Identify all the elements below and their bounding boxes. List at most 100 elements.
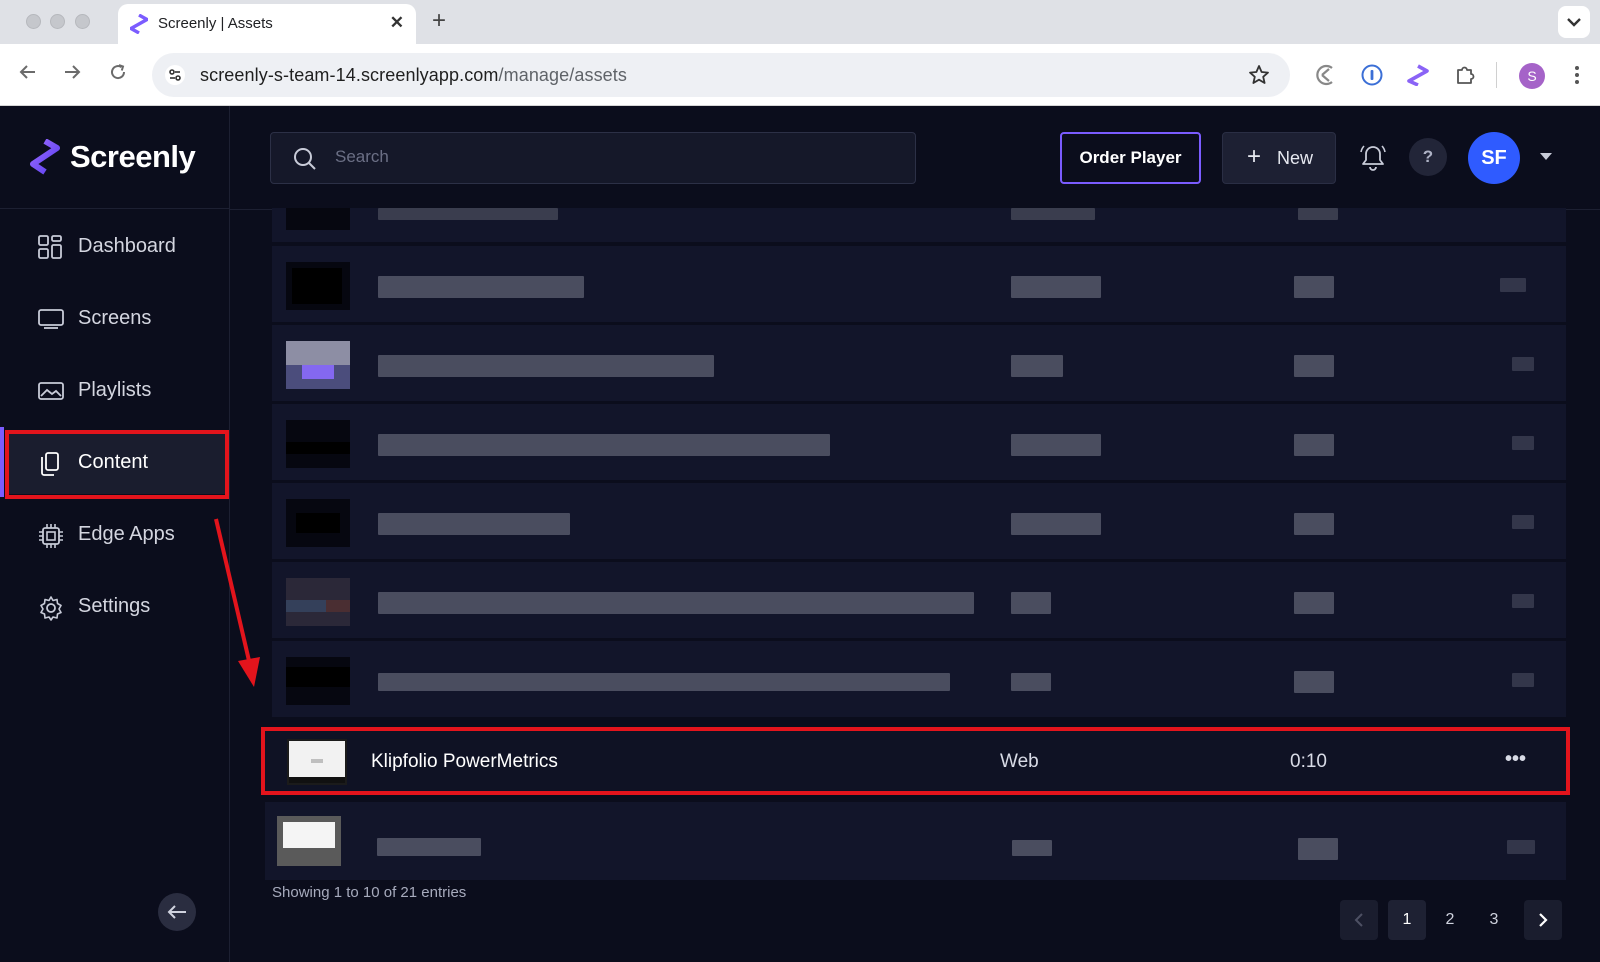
site-settings-icon[interactable] bbox=[164, 64, 186, 86]
asset-thumbnail bbox=[277, 816, 341, 866]
redacted-text bbox=[378, 513, 570, 535]
chevron-down-icon bbox=[1567, 18, 1581, 27]
asset-thumbnail bbox=[286, 499, 350, 547]
search-box[interactable] bbox=[270, 132, 916, 184]
asset-thumbnail bbox=[287, 739, 347, 785]
table-row[interactable] bbox=[272, 208, 1566, 244]
redacted-text bbox=[1011, 592, 1051, 614]
redacted-text bbox=[1294, 276, 1334, 298]
sidebar-item-playlists[interactable]: Playlists bbox=[6, 358, 226, 422]
asset-thumbnail bbox=[286, 262, 350, 310]
sidebar-item-edge-apps[interactable]: Edge Apps bbox=[6, 502, 226, 566]
plus-icon: + bbox=[1247, 143, 1262, 170]
redacted-text bbox=[1298, 208, 1338, 220]
window-close-button[interactable] bbox=[26, 14, 41, 29]
user-avatar[interactable]: SF bbox=[1468, 132, 1520, 184]
table-row[interactable] bbox=[272, 641, 1566, 719]
screenly-favicon-icon bbox=[130, 14, 148, 34]
redacted-text bbox=[1294, 513, 1334, 535]
window-zoom-button[interactable] bbox=[75, 14, 90, 29]
browser-toolbar: screenly-s-team-14.screenlyapp.com/manag… bbox=[0, 44, 1600, 106]
table-row[interactable] bbox=[265, 802, 1566, 882]
chevron-right-icon bbox=[1539, 913, 1548, 927]
browser-profile-avatar[interactable]: S bbox=[1519, 63, 1545, 89]
asset-thumbnail bbox=[286, 208, 350, 230]
sidebar-item-settings[interactable]: Settings bbox=[6, 574, 226, 638]
redacted-text bbox=[378, 673, 950, 691]
image-icon bbox=[38, 379, 64, 403]
table-row[interactable] bbox=[272, 246, 1566, 324]
table-row[interactable] bbox=[272, 483, 1566, 561]
redacted-text bbox=[1512, 436, 1534, 450]
pagination-page-3[interactable]: 3 bbox=[1476, 900, 1512, 940]
sidebar-item-dashboard[interactable]: Dashboard bbox=[6, 214, 226, 278]
new-tab-icon[interactable]: + bbox=[432, 7, 446, 35]
asset-thumbnail bbox=[286, 420, 350, 468]
asset-thumbnail bbox=[286, 657, 350, 705]
sidebar-item-label: Playlists bbox=[78, 379, 152, 401]
table-row[interactable] bbox=[272, 562, 1566, 640]
collapse-sidebar-button[interactable] bbox=[158, 893, 196, 931]
table-row[interactable] bbox=[272, 404, 1566, 482]
table-row[interactable] bbox=[272, 325, 1566, 403]
extensions-puzzle-icon[interactable] bbox=[1454, 64, 1476, 86]
asset-thumbnail bbox=[286, 578, 350, 626]
screenly-logo-icon bbox=[30, 139, 60, 175]
redacted-text bbox=[378, 434, 830, 456]
dashboard-icon bbox=[38, 235, 62, 259]
redacted-text bbox=[1298, 838, 1338, 860]
annotation-arrow bbox=[214, 518, 260, 687]
address-bar[interactable]: screenly-s-team-14.screenlyapp.com/manag… bbox=[152, 53, 1290, 97]
more-options-icon[interactable]: ••• bbox=[1505, 748, 1526, 771]
asset-thumbnail bbox=[286, 341, 350, 389]
redacted-text bbox=[377, 838, 481, 856]
close-tab-icon[interactable]: ✕ bbox=[390, 13, 404, 33]
pagination-page-1[interactable]: 1 bbox=[1388, 900, 1426, 940]
redacted-text bbox=[1507, 840, 1535, 854]
brand-logo[interactable]: Screenly bbox=[30, 139, 196, 175]
forward-arrow-icon[interactable] bbox=[62, 62, 82, 82]
url-text: screenly-s-team-14.screenlyapp.com/manag… bbox=[200, 65, 627, 85]
redacted-text bbox=[378, 592, 974, 614]
redacted-text bbox=[1512, 357, 1534, 371]
back-arrow-icon[interactable] bbox=[18, 62, 38, 82]
help-button[interactable]: ? bbox=[1409, 138, 1447, 176]
kebab-menu-icon[interactable] bbox=[1573, 64, 1581, 86]
password-manager-icon[interactable] bbox=[1361, 64, 1383, 86]
window-minimize-button[interactable] bbox=[50, 14, 65, 29]
screenly-extension-icon[interactable] bbox=[1407, 64, 1429, 86]
redacted-text bbox=[1294, 434, 1334, 456]
redacted-text bbox=[1011, 276, 1101, 298]
active-nav-indicator bbox=[0, 427, 4, 497]
redacted-text bbox=[1011, 208, 1095, 220]
entries-summary: Showing 1 to 10 of 21 entries bbox=[272, 884, 467, 901]
bell-icon[interactable] bbox=[1360, 144, 1386, 172]
reload-icon[interactable] bbox=[108, 62, 128, 82]
asset-name[interactable]: Klipfolio PowerMetrics bbox=[371, 751, 558, 773]
pagination-prev-button[interactable] bbox=[1340, 900, 1378, 940]
pagination-next-button[interactable] bbox=[1524, 900, 1562, 940]
pagination-page-2[interactable]: 2 bbox=[1432, 900, 1468, 940]
sidebar: Screenly Dashboard Screens Playlists Con… bbox=[0, 106, 230, 962]
sidebar-item-label: Dashboard bbox=[78, 235, 176, 257]
content-nav-highlight-box bbox=[5, 430, 229, 499]
table-row-highlighted[interactable]: Klipfolio PowerMetrics Web 0:10 ••• bbox=[261, 727, 1570, 795]
monitor-icon bbox=[38, 307, 64, 331]
tab-search-button[interactable] bbox=[1558, 6, 1590, 38]
search-input[interactable] bbox=[335, 147, 895, 167]
asset-duration: 0:10 bbox=[1290, 751, 1327, 772]
brand-name: Screenly bbox=[70, 139, 196, 174]
redacted-text bbox=[1011, 673, 1051, 691]
order-player-button[interactable]: Order Player bbox=[1060, 132, 1201, 184]
sidebar-divider bbox=[0, 208, 230, 209]
new-button[interactable]: + New bbox=[1222, 132, 1336, 184]
extension-k-icon[interactable] bbox=[1314, 64, 1336, 86]
bookmark-star-icon[interactable] bbox=[1248, 64, 1270, 86]
sidebar-item-label: Screens bbox=[78, 307, 152, 329]
account-caret-down-icon[interactable] bbox=[1540, 153, 1552, 160]
redacted-text bbox=[1512, 673, 1534, 687]
tab-title: Screenly | Assets bbox=[158, 15, 273, 32]
browser-tab[interactable]: Screenly | Assets ✕ bbox=[118, 4, 416, 44]
sidebar-item-screens[interactable]: Screens bbox=[6, 286, 226, 350]
chevron-left-icon bbox=[1354, 913, 1363, 927]
